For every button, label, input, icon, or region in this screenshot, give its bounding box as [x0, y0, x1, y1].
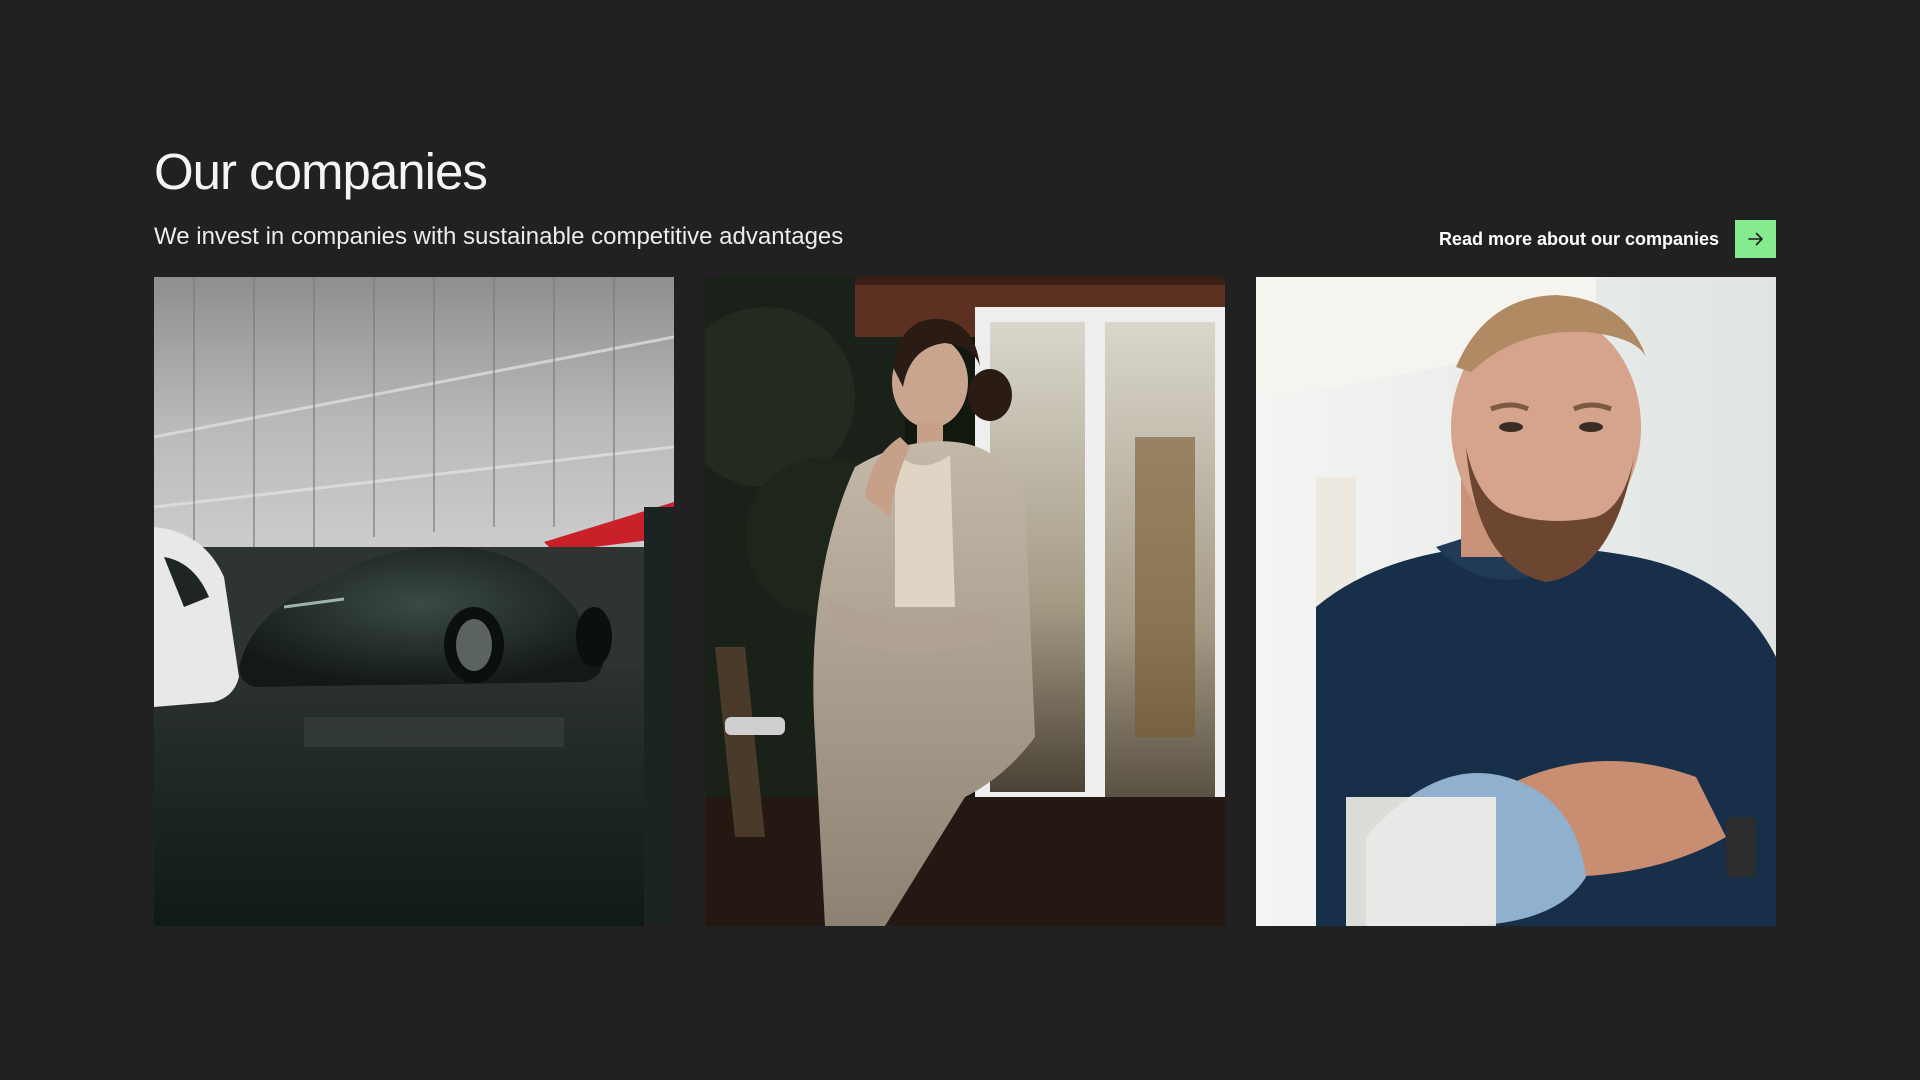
subtitle-row: We invest in companies with sustainable … — [154, 216, 1776, 264]
read-more-label: Read more about our companies — [1438, 228, 1719, 249]
arrow-right-icon — [1747, 232, 1763, 246]
arrow-button[interactable] — [1735, 220, 1776, 258]
company-card-1[interactable] — [154, 277, 674, 926]
woman-in-cardigan-photo — [705, 277, 1225, 926]
company-card-3[interactable] — [1256, 277, 1776, 926]
section-subtitle: We invest in companies with sustainable … — [154, 223, 844, 250]
man-cleaning-photo — [1256, 277, 1776, 926]
read-more-link[interactable]: Read more about our companies — [1439, 220, 1776, 258]
page: Our companies We invest in companies wit… — [0, 0, 1920, 1080]
company-cards — [154, 277, 1776, 926]
company-card-2[interactable] — [705, 277, 1225, 926]
sports-car-garage-photo — [154, 277, 674, 926]
section-title: Our companies — [154, 143, 488, 200]
companies-section: Our companies We invest in companies wit… — [154, 140, 1776, 926]
